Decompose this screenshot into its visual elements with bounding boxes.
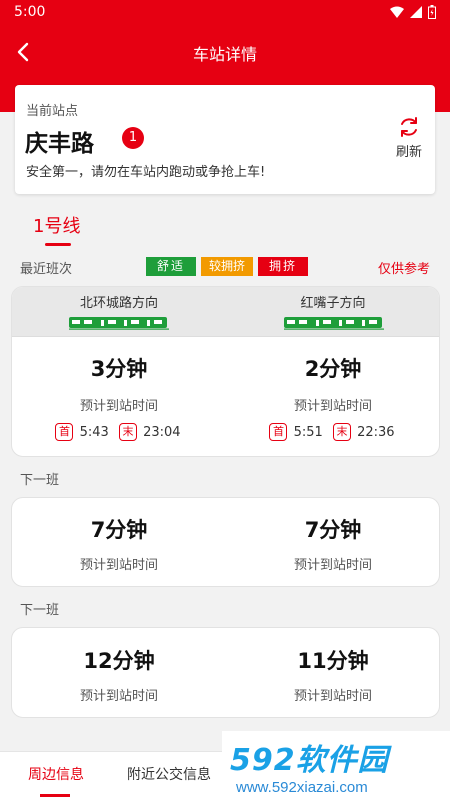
first-train-time: 5:43 [79, 424, 109, 440]
arrival-caption: 预计到站时间 [79, 558, 158, 573]
station-name: 庆丰路 [25, 131, 94, 157]
arrival-caption: 预计到站时间 [293, 558, 372, 573]
tab-nearby-info[interactable]: 周边信息 [28, 764, 84, 784]
legend-chip-moderate: 较拥挤 [201, 257, 253, 276]
first-train-time: 5:51 [293, 424, 323, 440]
refresh-icon [401, 117, 417, 137]
crowd-legend: 最近班次 舒适 较拥挤 拥挤 仅供参考 [0, 256, 450, 278]
line-badge: 1 [122, 127, 144, 149]
tab-line-1[interactable]: 1号线 [33, 212, 80, 238]
watermark-logo: 592软件园 [230, 743, 389, 778]
tab-nearby-bus[interactable]: 附近公交信息 [127, 764, 211, 784]
first-train-mark: 首 [55, 423, 74, 441]
direction-left: 北环城路方向 [79, 296, 158, 311]
arrival-left: 12分钟 预计到站时间 [12, 645, 226, 704]
wifi-icon [390, 6, 404, 18]
arrival-left: 3分钟 预计到站时间 [12, 353, 226, 414]
current-station-label: 当前站点 [26, 104, 79, 119]
station-card: 当前站点 庆丰路 1 安全第一，请勿在车站内跑动或争抢上车! 刷新 [15, 85, 435, 194]
train-card-next: 7分钟 预计到站时间 7分钟 预计到站时间 [11, 497, 440, 587]
app-bar: 车站详情 [0, 25, 450, 80]
legend-chip-comfortable: 舒适 [146, 257, 196, 276]
direction-right: 红嘴子方向 [300, 296, 366, 311]
last-train-time: 22:36 [357, 424, 395, 440]
arrival-caption: 预计到站时间 [293, 399, 372, 414]
arrival-minutes: 12分钟 [83, 649, 155, 673]
last-train-mark: 末 [332, 423, 351, 441]
status-icons [390, 5, 436, 19]
recent-trains-label: 最近班次 [20, 262, 73, 277]
first-train-mark: 首 [269, 423, 288, 441]
next-train-label: 下一班 [20, 603, 60, 618]
next-train-label: 下一班 [20, 473, 60, 488]
tab-line-1-indicator [45, 243, 71, 246]
refresh-label: 刷新 [395, 145, 422, 160]
legend-chip-crowded: 拥挤 [258, 257, 308, 276]
arrival-right: 2分钟 预计到站时间 [226, 353, 439, 414]
arrival-caption: 预计到站时间 [293, 689, 372, 704]
direction-header: 北环城路方向 红嘴子方向 [12, 287, 439, 337]
tab-active-indicator [40, 794, 70, 797]
arrival-minutes: 7分钟 [304, 518, 362, 542]
arrival-caption: 预计到站时间 [79, 689, 158, 704]
last-train-time: 23:04 [143, 424, 181, 440]
train-card-next: 12分钟 预计到站时间 11分钟 预计到站时间 [11, 627, 440, 718]
arrival-right: 7分钟 预计到站时间 [226, 514, 440, 573]
watermark: 592软件园 www.592xiazai.com [222, 731, 450, 800]
page-title: 车站详情 [192, 45, 257, 64]
status-bar: 5:00 [0, 0, 450, 25]
arrival-caption: 预计到站时间 [79, 399, 158, 414]
arrival-right: 11分钟 预计到站时间 [226, 645, 440, 704]
last-train-mark: 末 [118, 423, 137, 441]
service-hours-left: 首 5:43 末 23:04 [12, 423, 226, 441]
service-hours-right: 首 5:51 末 22:36 [226, 423, 439, 441]
watermark-url: www.592xiazai.com [236, 779, 368, 796]
arrival-minutes: 3分钟 [90, 357, 148, 381]
arrival-minutes: 11分钟 [297, 649, 369, 673]
arrival-left: 7分钟 预计到站时间 [12, 514, 226, 573]
train-icon [69, 317, 169, 330]
train-card-current: 北环城路方向 红嘴子方向 3分钟 预计到站时间 2分钟 预计到站时间 首 5:4… [11, 286, 440, 457]
safety-tip: 安全第一，请勿在车站内跑动或争抢上车! [26, 165, 266, 180]
signal-icon [410, 6, 422, 18]
battery-icon [428, 5, 436, 19]
arrival-minutes: 7分钟 [90, 518, 148, 542]
status-time: 5:00 [14, 4, 46, 20]
reference-note: 仅供参考 [377, 262, 430, 277]
train-icon [284, 317, 384, 330]
refresh-button[interactable]: 刷新 [389, 115, 429, 160]
arrival-minutes: 2分钟 [304, 357, 362, 381]
